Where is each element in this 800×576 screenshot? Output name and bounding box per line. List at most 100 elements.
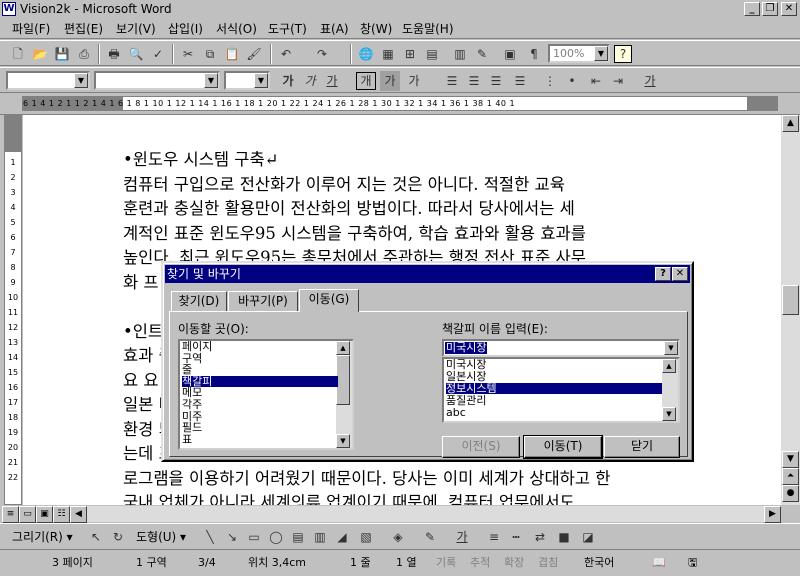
goto-button[interactable]: 이동(T) bbox=[523, 435, 603, 459]
autoshapes-menu-button[interactable]: 도형(U) ▾ bbox=[136, 529, 186, 545]
chevron-down-icon[interactable]: ▼ bbox=[254, 73, 268, 88]
bold-button[interactable]: 가 bbox=[278, 71, 298, 91]
tab-find[interactable]: 찾기(D) bbox=[171, 291, 227, 311]
3d-icon[interactable]: ◪ bbox=[578, 527, 598, 547]
arrow-style-icon[interactable]: ⇄ bbox=[530, 527, 550, 547]
dialog-titlebar[interactable]: 찾기 및 바꾸기 ? ✕ bbox=[165, 265, 690, 283]
chevron-down-icon[interactable]: ▼ bbox=[664, 341, 678, 355]
line-icon[interactable]: ╲ bbox=[200, 527, 220, 547]
restore-button[interactable]: ❐ bbox=[762, 2, 778, 16]
scroll-down-icon[interactable]: ▼ bbox=[782, 451, 799, 468]
bookmark-list-item[interactable]: 정보시스템 bbox=[446, 383, 662, 394]
scroll-up-icon[interactable]: ▲ bbox=[782, 115, 799, 132]
bookmark-list-scrollbar[interactable]: ▲ ▼ bbox=[662, 359, 678, 421]
menu-edit[interactable]: 편집(E) bbox=[64, 21, 103, 37]
dialog-close-button[interactable]: ✕ bbox=[672, 267, 688, 281]
columns-icon[interactable]: ▥ bbox=[450, 44, 470, 64]
save-icon[interactable]: 💾 bbox=[52, 44, 72, 64]
previous-button[interactable]: 이전(S) bbox=[442, 436, 520, 458]
scroll-down-icon[interactable]: ▼ bbox=[336, 434, 350, 448]
open-folder-icon[interactable]: 📂 bbox=[30, 44, 50, 64]
numbering-icon[interactable]: ⋮ bbox=[540, 71, 560, 91]
scroll-thumb[interactable] bbox=[336, 355, 350, 405]
goto-list-item[interactable]: 메모 bbox=[182, 387, 338, 398]
tab-goto[interactable]: 이동(G) bbox=[299, 289, 359, 312]
minimize-button[interactable]: _ bbox=[744, 2, 760, 16]
scroll-thumb[interactable] bbox=[782, 285, 799, 315]
status-trk[interactable]: 추적 bbox=[470, 554, 490, 572]
window-titlebar[interactable]: W Vision2k - Microsoft Word _ ❐ ✕ bbox=[0, 0, 800, 19]
line-style-icon[interactable]: ≡ bbox=[484, 527, 504, 547]
char-shading-button[interactable]: 가 bbox=[380, 71, 400, 91]
menu-table[interactable]: 표(A) bbox=[320, 21, 349, 37]
goto-list-item[interactable]: 필드 bbox=[182, 422, 338, 433]
menu-file[interactable]: 파일(F) bbox=[12, 21, 50, 37]
new-document-icon[interactable]: 🗋 bbox=[8, 44, 28, 64]
scroll-down-icon[interactable]: ▼ bbox=[662, 407, 676, 421]
chevron-down-icon[interactable]: ▼ bbox=[204, 73, 218, 88]
font-size-combo[interactable]: ▼ bbox=[224, 71, 270, 90]
oval-icon[interactable]: ◯ bbox=[266, 527, 286, 547]
horizontal-scrollbar[interactable]: ≡ ▭ ▣ ☷ ◀ ▶ bbox=[0, 505, 800, 523]
zoom-combo[interactable]: 100% ▼ bbox=[548, 44, 610, 63]
print-icon[interactable]: ⎙ bbox=[74, 44, 94, 64]
paste-icon[interactable]: 📋 bbox=[222, 44, 242, 64]
char-scale-button[interactable]: 가 bbox=[404, 71, 424, 91]
draw-menu-button[interactable]: 그리기(R) ▾ bbox=[12, 529, 73, 545]
justify-icon[interactable]: ☰ bbox=[510, 71, 530, 91]
tab-replace[interactable]: 바꾸기(P) bbox=[228, 291, 298, 311]
menu-format[interactable]: 서식(O) bbox=[216, 21, 257, 37]
menu-view[interactable]: 보기(V) bbox=[116, 21, 156, 37]
shadow-icon[interactable]: ■ bbox=[554, 527, 574, 547]
bookmark-name-input[interactable]: 미국시장 ▼ bbox=[442, 339, 680, 357]
textbox-icon[interactable]: ▤ bbox=[288, 527, 308, 547]
wordart-icon[interactable]: ◢ bbox=[332, 527, 352, 547]
normal-view-icon[interactable]: ≡ bbox=[2, 506, 19, 523]
bookmark-list-item[interactable]: 일본시장 bbox=[446, 371, 662, 382]
bookmark-list[interactable]: ▲ ▼ 미국시장 일본시장 정보시스템 품질관리 abc bbox=[442, 357, 680, 423]
scroll-left-icon[interactable]: ◀ bbox=[70, 506, 87, 523]
redo-icon[interactable]: ↷ bbox=[312, 44, 332, 64]
format-painter-icon[interactable]: 🖌 bbox=[244, 44, 264, 64]
vertical-scrollbar[interactable]: ▲ ▼ ⏶ ● bbox=[781, 115, 800, 505]
web-view-icon[interactable]: ▭ bbox=[19, 506, 36, 523]
page-view-icon[interactable]: ▣ bbox=[36, 506, 53, 523]
goto-list-item[interactable]: 줄 bbox=[182, 364, 338, 375]
goto-list-item[interactable]: 구역 bbox=[182, 353, 338, 364]
underline-button[interactable]: 가 bbox=[322, 71, 342, 91]
font-color-button[interactable]: 가 bbox=[640, 71, 660, 91]
insert-excel-icon[interactable]: ▤ bbox=[422, 44, 442, 64]
clipart-icon[interactable]: ▧ bbox=[356, 527, 376, 547]
italic-button[interactable]: 가 bbox=[300, 71, 320, 91]
document-map-icon[interactable]: ▣ bbox=[500, 44, 520, 64]
goto-list-item[interactable]: 표 bbox=[182, 434, 338, 445]
bookmark-list-item[interactable]: 품질관리 bbox=[446, 395, 662, 406]
drawing-icon[interactable]: ✎ bbox=[472, 44, 492, 64]
goto-list-scrollbar[interactable]: ▲ ▼ bbox=[336, 341, 352, 448]
dash-style-icon[interactable]: ┅ bbox=[506, 527, 526, 547]
vertical-textbox-icon[interactable]: ▥ bbox=[310, 527, 330, 547]
preview-icon[interactable]: 🔍 bbox=[126, 44, 146, 64]
cut-icon[interactable]: ✂ bbox=[178, 44, 198, 64]
status-ext[interactable]: 확장 bbox=[504, 554, 524, 572]
goto-list-item[interactable]: 미주 bbox=[182, 411, 338, 422]
horizontal-ruler[interactable]: 6 1 4 1 2 1 1 2 1 4 1 6 1 8 1 10 1 12 1 … bbox=[0, 93, 800, 115]
scroll-up-icon[interactable]: ▲ bbox=[336, 341, 350, 355]
line-color-icon[interactable]: ✎ bbox=[420, 527, 440, 547]
font-combo[interactable]: ▼ bbox=[94, 71, 220, 90]
select-browse-icon[interactable]: ● bbox=[782, 485, 799, 502]
decrease-indent-icon[interactable]: ⇤ bbox=[586, 71, 606, 91]
close-dialog-button[interactable]: 닫기 bbox=[604, 436, 680, 458]
vertical-ruler[interactable]: 1 2 3 4 5 6 7 8 9 10 11 12 13 14 15 16 17 18 19 20 21 22 bbox=[4, 115, 22, 505]
chevron-down-icon[interactable]: ▼ bbox=[74, 73, 88, 88]
fill-color-icon[interactable]: ◈ bbox=[388, 527, 408, 547]
bullets-icon[interactable]: • bbox=[562, 71, 582, 91]
spelling-status-icon[interactable]: 📖 bbox=[652, 554, 666, 572]
goto-list-item[interactable]: 책갈피 bbox=[182, 375, 338, 387]
bookmark-list-item[interactable]: 미국시장 bbox=[446, 359, 662, 370]
hyperlink-icon[interactable]: 🌐 bbox=[356, 44, 376, 64]
chevron-down-icon[interactable]: ▼ bbox=[594, 46, 608, 61]
increase-indent-icon[interactable]: ⇥ bbox=[608, 71, 628, 91]
arrow-icon[interactable]: ↘ bbox=[222, 527, 242, 547]
scroll-up-icon[interactable]: ▲ bbox=[662, 359, 676, 373]
